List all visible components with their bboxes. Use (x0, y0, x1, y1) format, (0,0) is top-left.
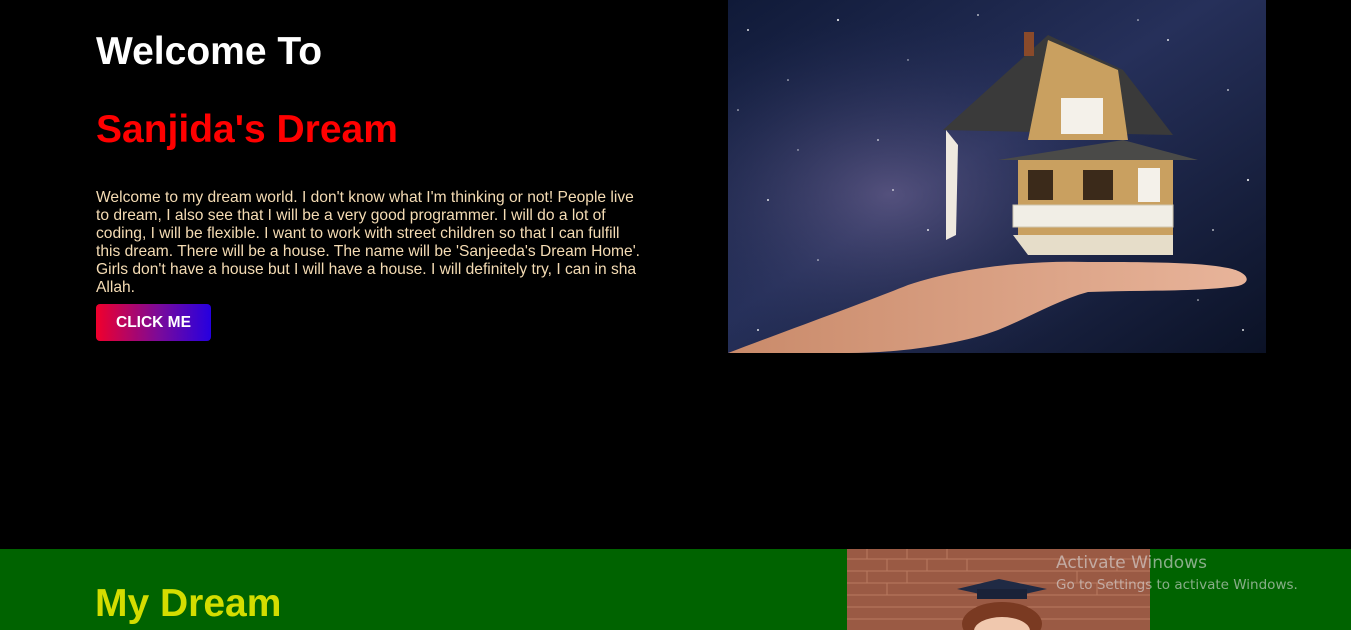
click-me-button[interactable]: CLICK ME (96, 304, 211, 341)
activate-windows-watermark: Activate Windows Go to Settings to activ… (1056, 553, 1298, 594)
hero-text-block: Welcome To Sanjida's Dream Welcome to my… (96, 28, 641, 341)
intro-paragraph: Welcome to my dream world. I don't know … (96, 189, 641, 296)
welcome-heading: Welcome To (96, 30, 323, 73)
my-dream-heading: My Dream (95, 582, 282, 625)
site-title: Sanjida's Dream (96, 108, 398, 151)
hero-section: Welcome To Sanjida's Dream Welcome to my… (0, 0, 1351, 549)
house-in-hand-image (728, 0, 1266, 353)
watermark-subtitle: Go to Settings to activate Windows. (1056, 577, 1298, 593)
watermark-title: Activate Windows (1056, 553, 1207, 573)
